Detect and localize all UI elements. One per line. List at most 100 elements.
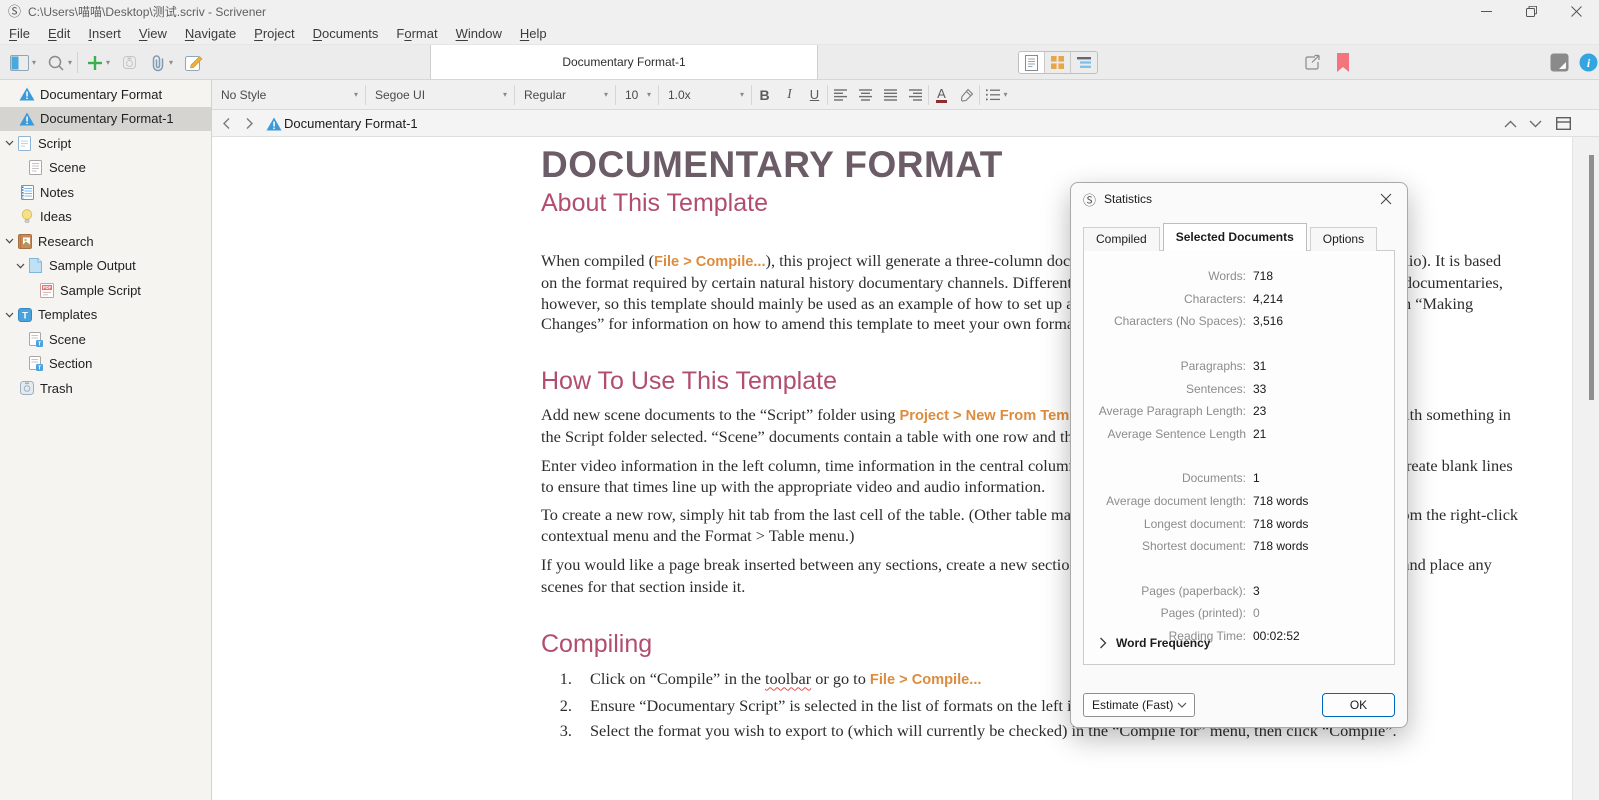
binder-item-trash[interactable]: Trash: [0, 376, 211, 401]
stat-row-sentences: Sentences: 33: [1084, 377, 1394, 400]
share-button[interactable]: [1303, 45, 1322, 80]
notebook-icon: [18, 184, 35, 200]
search-button[interactable]: ▾: [47, 45, 72, 80]
stat-value: 23: [1253, 404, 1267, 419]
chevron-down-icon[interactable]: [3, 238, 16, 244]
folder-script-icon: [16, 135, 33, 151]
menu-file[interactable]: File: [0, 24, 39, 43]
menu-window[interactable]: Window: [447, 24, 511, 43]
minimize-button[interactable]: [1464, 0, 1509, 23]
binder-item-sample-script[interactable]: PDF Sample Script: [0, 278, 211, 303]
split-editor-button[interactable]: [1556, 110, 1571, 137]
attach-caret-icon[interactable]: ▾: [169, 58, 173, 67]
stat-label: Paragraphs:: [1180, 359, 1246, 374]
corkboard-view-button[interactable]: [1045, 52, 1071, 73]
binder-item-section[interactable]: T Section: [0, 352, 211, 377]
stat-label: Characters (No Spaces):: [1113, 314, 1246, 329]
text-color-button[interactable]: A: [929, 83, 954, 107]
binder-item-script[interactable]: Script: [0, 131, 211, 156]
binder-item-documentary-format[interactable]: Documentary Format: [0, 82, 211, 107]
template-t-icon: T: [16, 307, 33, 322]
menu-navigate[interactable]: Navigate: [176, 24, 245, 43]
restore-button[interactable]: [1509, 0, 1554, 23]
binder-item-research[interactable]: Research: [0, 229, 211, 254]
binder-item-label: Script: [38, 135, 72, 151]
document-view-button[interactable]: [1019, 52, 1045, 73]
scrollbar-thumb[interactable]: [1589, 155, 1594, 400]
align-left-button[interactable]: [828, 83, 853, 107]
document-tab[interactable]: Documentary Format-1: [430, 45, 818, 79]
dialog-tab-compiled[interactable]: Compiled: [1083, 227, 1160, 251]
chevron-down-icon[interactable]: [3, 140, 16, 146]
add-caret-icon[interactable]: ▾: [106, 58, 110, 67]
search-caret-icon[interactable]: ▾: [68, 58, 72, 67]
estimate-mode-select[interactable]: Estimate (Fast): [1083, 693, 1195, 717]
stat-value: 31: [1253, 359, 1267, 374]
binder-item-templates[interactable]: T Templates: [0, 303, 211, 328]
align-center-button[interactable]: [853, 83, 878, 107]
underline-button[interactable]: U: [802, 83, 827, 107]
menu-path-link[interactable]: File > Compile...: [870, 672, 982, 688]
menu-format[interactable]: Format: [387, 24, 446, 43]
inspector-info-button[interactable]: i: [1579, 45, 1598, 80]
font-select-value: Segoe UI: [375, 87, 426, 102]
statistics-list: Words: 718 Characters: 4,214 Characters (No …: [1084, 265, 1394, 669]
stat-value: 718: [1253, 269, 1274, 284]
chevron-down-icon[interactable]: [14, 263, 27, 269]
bookmark-icon[interactable]: [1337, 45, 1349, 80]
binder-item-ideas[interactable]: Ideas: [0, 205, 211, 230]
list-format-button[interactable]: ▾: [980, 83, 1014, 107]
outliner-view-button[interactable]: [1071, 52, 1097, 73]
style-select[interactable]: No Style ▾: [212, 80, 365, 110]
binder-caret-icon[interactable]: ▾: [32, 58, 36, 67]
font-size-select[interactable]: 10 ▾: [616, 80, 658, 110]
binder-item-scene[interactable]: T Scene: [0, 327, 211, 352]
binder-item-documentary-format-1[interactable]: Documentary Format-1: [0, 106, 211, 131]
attach-file-button[interactable]: ▾: [150, 45, 173, 80]
previous-document-button[interactable]: [1504, 110, 1517, 137]
font-weight-select[interactable]: Regular ▾: [515, 80, 615, 110]
binder-item-label: Scene: [49, 331, 86, 347]
compose-mode-button[interactable]: [1550, 45, 1569, 80]
line-spacing-value: 1.0x: [668, 87, 691, 102]
italic-button[interactable]: I: [777, 83, 802, 107]
close-button[interactable]: [1554, 0, 1599, 23]
dialog-tab-options[interactable]: Options: [1309, 227, 1378, 251]
chevron-down-icon[interactable]: [3, 312, 16, 318]
quick-note-button[interactable]: [185, 45, 203, 80]
menu-project[interactable]: Project: [245, 24, 303, 43]
history-forward-button[interactable]: [245, 110, 254, 137]
binder-item-notes[interactable]: Notes: [0, 180, 211, 205]
highlight-button[interactable]: [954, 83, 979, 107]
dialog-title-bar[interactable]: Ⓢ Statistics: [1071, 183, 1407, 215]
dialog-title: Statistics: [1104, 192, 1153, 206]
align-justify-button[interactable]: [878, 83, 903, 107]
font-select[interactable]: Segoe UI ▾: [366, 80, 514, 110]
stat-group: Documents: 1 Average document length: 718 w…: [1084, 467, 1394, 557]
binder-item-sample-output[interactable]: Sample Output: [0, 254, 211, 279]
menu-edit[interactable]: Edit: [39, 24, 79, 43]
align-right-button[interactable]: [903, 83, 928, 107]
binder-item-label: Scene: [49, 160, 86, 176]
binder-item-label: Documentary Format-1: [40, 111, 174, 127]
binder-item-scene[interactable]: Scene: [0, 156, 211, 181]
word-frequency-toggle[interactable]: Word Frequency: [1099, 636, 1210, 650]
stat-value: 00:02:52: [1253, 629, 1300, 644]
dialog-close-icon[interactable]: [1373, 188, 1399, 210]
menu-documents[interactable]: Documents: [304, 24, 388, 43]
next-document-button[interactable]: [1529, 110, 1542, 137]
menu-view[interactable]: View: [130, 24, 176, 43]
stat-label: Longest document:: [1143, 516, 1246, 531]
menu-help[interactable]: Help: [511, 24, 556, 43]
editor-scrollbar[interactable]: [1572, 137, 1599, 800]
bold-button[interactable]: B: [752, 83, 777, 107]
text-run: Add new scene documents to the “Script” …: [541, 405, 900, 425]
menu-insert[interactable]: Insert: [79, 24, 130, 43]
menu-path-link[interactable]: File > Compile...: [654, 254, 766, 270]
binder-toggle-button[interactable]: ▾: [10, 45, 36, 80]
history-back-button[interactable]: [222, 110, 231, 137]
ok-button[interactable]: OK: [1322, 693, 1395, 717]
add-item-button[interactable]: ▾: [87, 45, 110, 80]
dialog-tab-selected-documents[interactable]: Selected Documents: [1162, 223, 1307, 251]
line-spacing-select[interactable]: 1.0x ▾: [659, 80, 751, 110]
